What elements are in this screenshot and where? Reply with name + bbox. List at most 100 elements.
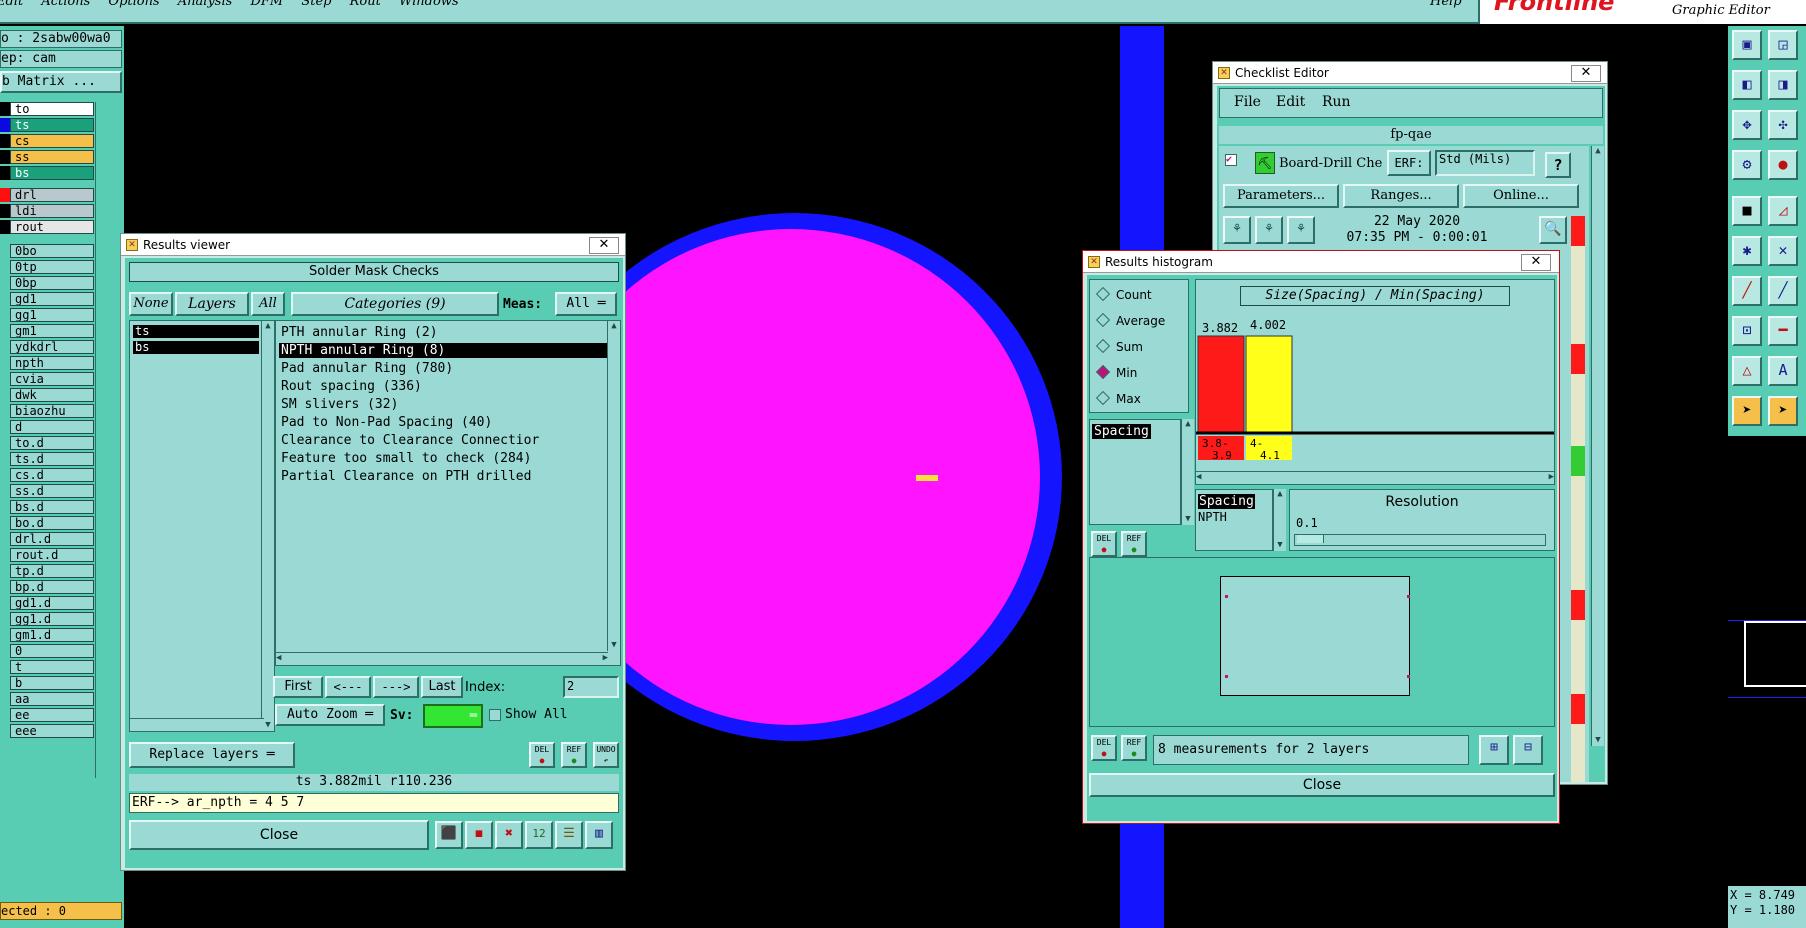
layer-list-hscrollbar[interactable] [130,718,264,731]
pan-left-icon[interactable]: ◧ [1732,70,1762,100]
layer-row-bp.d[interactable]: bp.d [0,580,96,595]
layer-row-gg1[interactable]: gg1 [0,308,96,323]
prev-button[interactable]: <--- [325,676,371,698]
summary-ref-button[interactable]: REF ● [1121,735,1147,761]
category-list-scrollbar[interactable]: ▲ ▼ [607,321,620,651]
category-list-hscrollbar[interactable]: ◀ ▶ [276,652,608,665]
pointer-icon[interactable]: ➤ [1732,396,1762,426]
menu-step[interactable]: Step [301,0,331,9]
sublist-item[interactable]: Spacing [1198,494,1255,509]
layer-row-ts[interactable]: ts [0,118,96,133]
ref-button[interactable]: REF ● [561,742,587,768]
auto-zoom-button[interactable]: Auto Zoom ═ [275,704,385,726]
histogram-del-button[interactable]: DEL ● [1091,531,1117,557]
exclude-icon[interactable]: ✖ [495,821,523,849]
run-step-icon[interactable]: ⚘ [1255,216,1283,244]
layer-row-cs.d[interactable]: cs.d [0,468,96,483]
pointer-select-icon[interactable]: ➤ [1768,396,1798,426]
chart-icon[interactable]: ▥ [585,821,613,849]
zoom-fit-icon[interactable]: ◲ [1768,30,1798,60]
category-item[interactable]: Pad to Non-Pad Spacing (40) [279,415,607,430]
layer-result-list[interactable]: ts bs ▲ ▼ [129,320,275,732]
layer-row-bs.d[interactable]: bs.d [0,500,96,515]
mode-radio-max[interactable]: Max [1095,390,1141,406]
layer-row-gd1[interactable]: gd1 [0,292,96,307]
scroll-up-icon[interactable]: ▲ [1274,489,1286,500]
measure-icon[interactable]: ⚙ [1732,150,1762,180]
layer-row-biaozhu[interactable]: biaozhu [0,404,96,419]
layer-row-0tp[interactable]: 0tp [0,260,96,275]
pan-right-icon[interactable]: ◨ [1768,70,1798,100]
layer-row-ss[interactable]: ss [0,150,96,165]
layer-row-gm1[interactable]: gm1 [0,324,96,339]
layer-row-0bp[interactable]: 0bp [0,276,96,291]
none-button[interactable]: None [129,292,173,316]
layer-row-bs[interactable]: bs [0,166,96,181]
checklist-editor-titlebar[interactable]: ✕ Checklist Editor ✕ [1213,62,1607,84]
close-button[interactable]: Close [129,820,429,850]
category-item[interactable]: NPTH annular Ring (8) [279,343,607,358]
check-enabled-checkbox[interactable]: ✔ [1225,154,1237,166]
scroll-up-icon[interactable]: ▲ [262,321,274,332]
layer-row-0[interactable]: 0 [0,644,96,659]
measure-list-scrollbar[interactable]: ▲ ▼ [1181,419,1194,525]
scroll-down-icon[interactable]: ▼ [1592,735,1604,746]
category-item[interactable]: Feature too small to check (284) [279,451,607,466]
layer-row-to.d[interactable]: to.d [0,436,96,451]
resolution-slider[interactable] [1294,534,1546,546]
close-icon[interactable]: ✕ [1571,65,1601,82]
snap-icon[interactable]: ● [1768,150,1798,180]
layer-row-ss.d[interactable]: ss.d [0,484,96,499]
scroll-up-icon[interactable]: ▲ [1182,419,1194,430]
layer-row-tp.d[interactable]: tp.d [0,564,96,579]
scroll-right-icon[interactable]: ▶ [1549,472,1554,483]
layer-row-npth[interactable]: npth [0,356,96,371]
category-item[interactable]: Pad annular Ring (780) [279,361,607,376]
summary-del-button[interactable]: DEL ● [1091,735,1117,761]
layer-row-drl.d[interactable]: drl.d [0,532,96,547]
all-layers-button[interactable]: All [251,292,285,316]
zoom-to-selection-icon[interactable]: ⊞ [1479,735,1509,765]
category-item[interactable]: SM slivers (32) [279,397,607,412]
number-icon[interactable]: 12 [525,821,553,849]
list-icon[interactable]: ☰ [555,821,583,849]
menu-edit[interactable]: Edit [0,0,23,9]
category-item[interactable]: Rout spacing (336) [279,379,607,394]
layer-row-d[interactable]: d [0,420,96,435]
layer-row-b[interactable]: b [0,676,96,691]
layer-row-ts.d[interactable]: ts.d [0,452,96,467]
text-icon[interactable]: A [1768,356,1798,386]
net-icon[interactable]: ✱ [1732,236,1762,266]
zoom-in-icon[interactable]: ✥ [1732,110,1762,140]
layer-row-eee[interactable]: eee [0,724,96,739]
delta-icon[interactable]: △ [1732,356,1762,386]
layer-row-gd1.d[interactable]: gd1.d [0,596,96,611]
histogram-titlebar[interactable]: ✕ Results histogram ✕ [1083,251,1559,273]
draw-line-icon[interactable]: ╱ [1732,276,1762,306]
layer-row-gg1.d[interactable]: gg1.d [0,612,96,627]
add-line-icon[interactable]: ━ [1768,316,1798,346]
close-icon[interactable]: ✕ [589,237,619,254]
layer-row-cs[interactable]: cs [0,134,96,149]
sublist-item[interactable]: NPTH [1198,510,1227,524]
menu-analysis[interactable]: Analysis [178,0,233,9]
scroll-left-icon[interactable]: ◀ [1196,472,1201,483]
sublist[interactable]: Spacing NPTH [1195,489,1273,551]
ranges-button[interactable]: Ranges... [1343,184,1459,208]
run-icon[interactable]: ⚘ [1223,216,1251,244]
select-box-icon[interactable]: ■ [1732,196,1762,226]
layer-list-scrollbar[interactable]: ▲ ▼ [261,321,274,731]
layer-result-item[interactable]: bs [133,341,259,354]
layer-row-ydkdrl[interactable]: ydkdrl [0,340,96,355]
scroll-down-icon[interactable]: ▼ [1182,514,1194,525]
layer-row-gm1.d[interactable]: gm1.d [0,628,96,643]
scroll-up-icon[interactable]: ▲ [608,321,620,332]
draw-arc-icon[interactable]: ╱ [1768,276,1798,306]
mode-radio-count[interactable]: Count [1095,286,1152,302]
menu-run[interactable]: Run [1322,89,1351,115]
histogram-ref-button[interactable]: REF ● [1121,531,1147,557]
menu-help[interactable]: Help [1430,0,1462,9]
last-button[interactable]: Last [421,676,463,698]
layer-row-ee[interactable]: ee [0,708,96,723]
scroll-down-icon[interactable]: ▼ [1274,540,1286,551]
